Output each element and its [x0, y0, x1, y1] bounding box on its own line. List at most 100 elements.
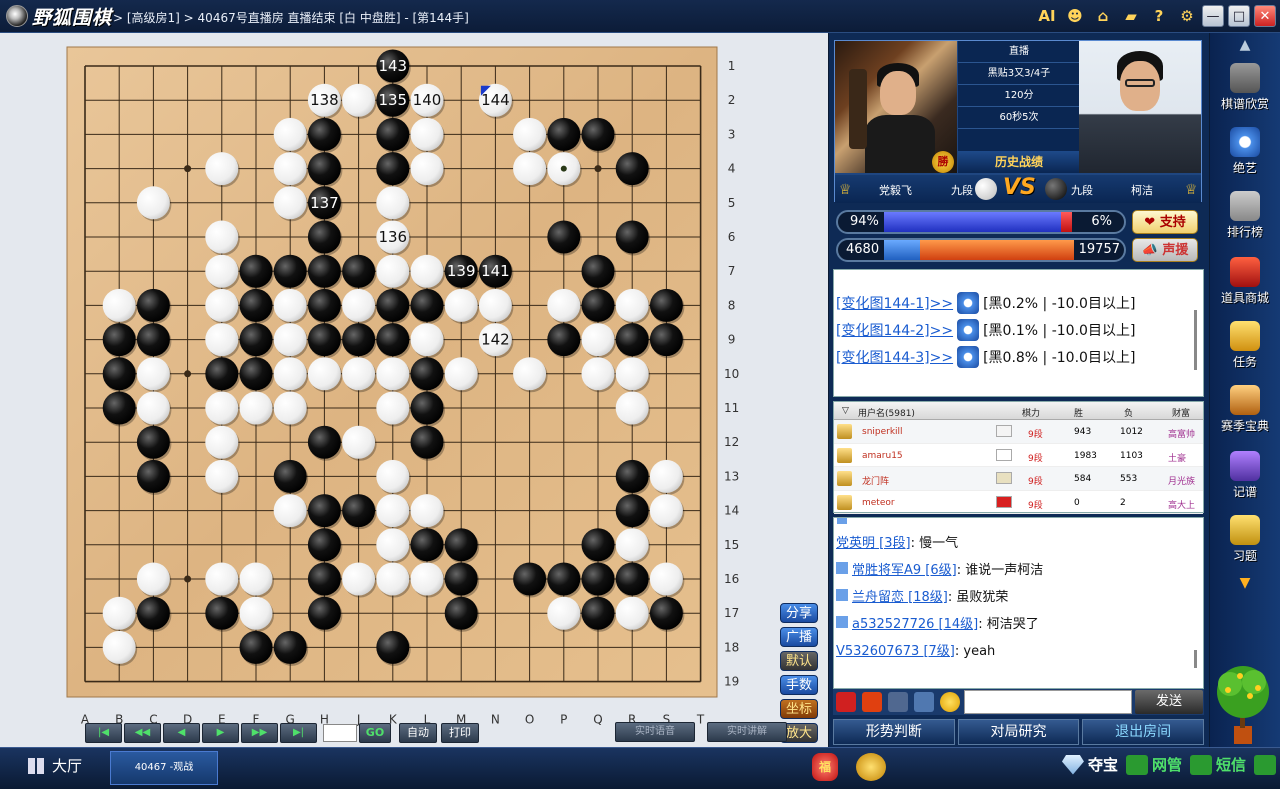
black-stone — [136, 459, 170, 493]
white-stone — [205, 425, 239, 459]
treasure-button[interactable]: 夺宝 — [1061, 754, 1118, 775]
variation-link[interactable]: [变化图144-3]>> — [836, 347, 953, 367]
microphone-icon[interactable] — [888, 692, 908, 712]
go-button[interactable]: GO — [359, 723, 391, 743]
support-button[interactable]: ❤ 支持 — [1132, 210, 1198, 234]
history-button[interactable]: 历史战绩 — [958, 151, 1080, 173]
forward-fast-button[interactable]: ▶▶ — [241, 723, 278, 743]
share-button[interactable]: 分享 — [780, 603, 818, 623]
print-button[interactable]: 打印 — [441, 723, 479, 743]
coordinate-button[interactable]: 坐标 — [780, 699, 818, 719]
pen-icon — [1230, 451, 1260, 481]
fortune-bag-icon[interactable]: 福 — [812, 753, 838, 781]
maximize-button[interactable]: □ — [1228, 5, 1250, 27]
col-rank[interactable]: 棋力 — [1022, 406, 1040, 419]
row-label: 17 — [724, 606, 739, 620]
crown-icon — [837, 447, 852, 463]
sidebar-item-season[interactable]: 赛季宝典 — [1210, 385, 1280, 434]
col-lose[interactable]: 负 — [1124, 406, 1133, 419]
scroll-up-icon[interactable]: ▲ — [1210, 37, 1280, 53]
emoji-icon[interactable] — [940, 692, 960, 712]
scroll-down-icon[interactable]: ▼ — [1210, 575, 1280, 591]
black-stone — [376, 152, 410, 186]
minimize-button[interactable]: — — [1202, 5, 1224, 27]
last-move-button[interactable]: ▶| — [280, 723, 317, 743]
situation-judge-button[interactable]: 形势判断 — [833, 719, 955, 745]
column-label: O — [525, 713, 534, 727]
present-icon[interactable] — [862, 692, 882, 712]
gold-coins-icon[interactable] — [856, 753, 886, 781]
white-stone — [581, 357, 615, 391]
move-number: 139 — [447, 262, 476, 280]
default-button[interactable]: 默认 — [780, 651, 818, 671]
user-list: ▽ 用户名(5981) 棋力 胜 负 财富 sniperkill 9段 943 101… — [833, 401, 1204, 514]
chat-input[interactable] — [964, 690, 1132, 714]
white-stone — [478, 288, 512, 322]
sidebar-item-jueyi[interactable]: 绝艺 — [1210, 127, 1280, 176]
send-button[interactable]: 发送 — [1135, 690, 1203, 714]
app-window: 野狐围棋 > [高级房1] > 40467号直播房 直播结束 [白 中盘胜] -… — [0, 0, 1280, 789]
sms-button[interactable]: 短信 — [1189, 754, 1246, 775]
speech-bubble-icon[interactable] — [914, 692, 934, 712]
gift-icon[interactable] — [836, 692, 856, 712]
variation-link[interactable]: [变化图144-2]>> — [836, 320, 953, 340]
user-row[interactable]: 龙门阵 9段 584 553 月光族 — [834, 467, 1203, 491]
move-number-input[interactable] — [323, 724, 357, 742]
sidebar-item-game-records[interactable]: 棋谱欣赏 — [1210, 63, 1280, 112]
cheer-button[interactable]: 📣 声援 — [1132, 238, 1198, 262]
volume-button[interactable] — [1254, 754, 1276, 775]
user-row[interactable]: meteor 9段 0 2 高大上 — [834, 491, 1203, 514]
scrollbar[interactable] — [1194, 310, 1197, 370]
auto-play-button[interactable]: 自动 — [399, 723, 437, 743]
back-fast-button[interactable]: ◀◀ — [124, 723, 161, 743]
gear-icon[interactable]: ⚙ — [1176, 5, 1198, 27]
row-label: 5 — [728, 196, 736, 210]
forward-button[interactable]: ▶ — [202, 723, 239, 743]
col-wealth[interactable]: 财富 — [1172, 406, 1190, 419]
white-stone — [273, 117, 307, 151]
black-stone — [444, 596, 478, 630]
go-board[interactable]: A B C D E F G H J K L M N O P Q R S T123456789101112131415… — [0, 33, 828, 747]
lobby-button[interactable]: 大厅 — [28, 755, 82, 776]
net-admin-button[interactable]: 网管 — [1125, 754, 1182, 775]
sidebar-item-ranking[interactable]: 排行榜 — [1210, 191, 1280, 240]
taskbar-tab-room[interactable]: 40467 -观战 — [110, 751, 218, 785]
money-tree-icon[interactable] — [1210, 660, 1276, 746]
black-stone — [581, 117, 615, 151]
white-stone — [136, 391, 170, 425]
user-icon[interactable]: ☻ — [1064, 5, 1086, 27]
game-study-button[interactable]: 对局研究 — [957, 719, 1080, 745]
black-stone — [513, 562, 547, 596]
help-icon[interactable]: ? — [1148, 5, 1170, 27]
realtime-explain-button[interactable]: 实时讲解 — [707, 722, 787, 742]
home-icon[interactable]: ⌂ — [1092, 5, 1114, 27]
user-losses: 2 — [1120, 497, 1126, 508]
black-stone — [649, 323, 683, 357]
sidebar-item-tasks[interactable]: 任务 — [1210, 321, 1280, 370]
white-stone — [615, 596, 649, 630]
broadcast-button[interactable]: 广播 — [780, 627, 818, 647]
col-win[interactable]: 胜 — [1074, 406, 1083, 419]
sidebar-item-record[interactable]: 记谱 — [1210, 451, 1280, 500]
black-stone — [342, 323, 376, 357]
user-row[interactable]: amaru15 9段 1983 1103 土豪 — [834, 444, 1203, 467]
close-button[interactable]: ✕ — [1254, 5, 1276, 27]
variation-eval: [黑0.2% | -10.0目以上] — [983, 296, 1136, 312]
list-icon — [1230, 191, 1260, 221]
user-row[interactable]: sniperkill 9段 943 1012 高富帅 — [834, 420, 1203, 444]
realtime-voice-button[interactable]: 实时语音 — [615, 722, 695, 742]
black-stone — [273, 254, 307, 288]
back-button[interactable]: ◀ — [163, 723, 200, 743]
col-username[interactable]: 用户名(5981) — [858, 406, 915, 419]
scrollbar[interactable] — [1194, 650, 1197, 668]
variation-link[interactable]: [变化图144-1]>> — [836, 293, 953, 313]
first-move-button[interactable]: |◀ — [85, 723, 122, 743]
move-number-button[interactable]: 手数 — [780, 675, 818, 695]
white-stone — [273, 494, 307, 528]
exit-room-button[interactable]: 退出房间 — [1082, 719, 1205, 745]
sort-icon[interactable]: ▽ — [842, 406, 849, 416]
sidebar-item-exercises[interactable]: 习题 — [1210, 515, 1280, 564]
sidebar-item-shop[interactable]: 道具商城 — [1210, 257, 1280, 306]
ai-icon[interactable]: AI — [1036, 5, 1058, 27]
shirt-icon[interactable]: ▰ — [1120, 5, 1142, 27]
